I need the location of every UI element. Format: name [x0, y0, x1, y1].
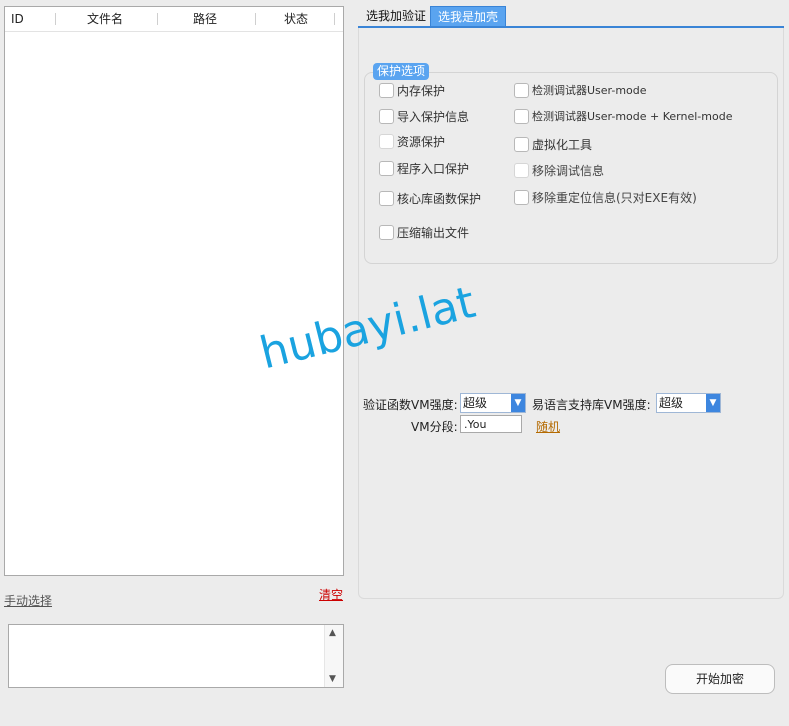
checkbox-box[interactable] [514, 82, 529, 98]
column-divider[interactable] [157, 13, 158, 25]
checkbox-corelib-protect[interactable]: 核心库函数保护 [379, 190, 481, 208]
checkbox-label: 资源保护 [397, 135, 446, 149]
verify-vm-strength-select[interactable]: 超级 ▼ [460, 393, 526, 413]
checkbox-label: 移除调试信息 [532, 164, 605, 178]
vm-segment-input[interactable]: .You [460, 415, 522, 433]
checkbox-label: 虚拟化工具 [532, 138, 593, 152]
checkbox-box[interactable] [514, 190, 529, 205]
checkbox-debugger-kernel[interactable]: 检测调试器User-mode + Kernel-mode [514, 108, 732, 126]
checkbox-virtualization[interactable]: 虚拟化工具 [514, 136, 592, 154]
vm-segment-label: VM分段: [411, 420, 458, 434]
manual-select-link[interactable]: 手动选择 [4, 592, 52, 609]
log-scrollbar[interactable]: ▲ ▼ [324, 625, 343, 687]
column-divider[interactable] [55, 13, 56, 25]
random-link[interactable]: 随机 [536, 418, 560, 435]
checkbox-label: 导入保护信息 [397, 110, 470, 124]
checkbox-memory-protect[interactable]: 内存保护 [379, 82, 445, 100]
column-id[interactable]: ID [11, 7, 24, 31]
column-divider[interactable] [334, 13, 335, 25]
checkbox-remove-reloc[interactable]: 移除重定位信息(只对EXE有效) [514, 189, 697, 207]
scroll-up-icon[interactable]: ▲ [329, 628, 336, 638]
checkbox-box[interactable] [514, 137, 529, 152]
log-textarea[interactable]: ▲ ▼ [8, 624, 344, 688]
checkbox-box[interactable] [514, 108, 529, 124]
tab-add-shell[interactable]: 选我是加壳 [430, 6, 506, 27]
start-encrypt-button[interactable]: 开始加密 [665, 664, 775, 694]
checkbox-label: 检测调试器User-mode + Kernel-mode [532, 110, 733, 123]
checkbox-resource-protect[interactable]: 资源保护 [379, 133, 445, 151]
protect-options-title: 保护选项 [373, 63, 430, 80]
lib-vm-strength-label: 易语言支持库VM强度: [532, 398, 651, 412]
column-divider[interactable] [255, 13, 256, 25]
column-filename[interactable]: 文件名 [87, 7, 123, 31]
checkbox-label: 压缩输出文件 [397, 226, 470, 240]
checkbox-debugger-user[interactable]: 检测调试器User-mode [514, 82, 647, 100]
checkbox-import-protect[interactable]: 导入保护信息 [379, 108, 469, 126]
chevron-down-icon[interactable]: ▼ [511, 394, 525, 412]
checkbox-compress-output[interactable]: 压缩输出文件 [379, 224, 469, 242]
checkbox-box[interactable] [379, 109, 394, 124]
checkbox-box[interactable] [514, 163, 529, 178]
checkbox-label: 移除重定位信息(只对EXE有效) [532, 191, 697, 205]
checkbox-label: 核心库函数保护 [397, 192, 482, 206]
checkbox-remove-debug[interactable]: 移除调试信息 [514, 162, 604, 180]
checkbox-box[interactable] [379, 83, 394, 98]
chevron-down-icon[interactable]: ▼ [706, 394, 720, 412]
checkbox-box[interactable] [379, 161, 394, 176]
select-value: 超级 [659, 396, 684, 410]
checkbox-box[interactable] [379, 191, 394, 206]
select-value: 超级 [463, 396, 488, 410]
lib-vm-strength-select[interactable]: 超级 ▼ [656, 393, 721, 413]
column-path[interactable]: 路径 [193, 7, 217, 31]
checkbox-label: 检测调试器User-mode [532, 84, 647, 97]
checkbox-box[interactable] [379, 225, 394, 240]
checkbox-label: 程序入口保护 [397, 162, 470, 176]
scroll-down-icon[interactable]: ▼ [329, 674, 336, 684]
checkbox-label: 内存保护 [397, 84, 446, 98]
clear-link[interactable]: 清空 [319, 586, 343, 603]
column-status[interactable]: 状态 [284, 7, 308, 31]
verify-vm-strength-label: 验证函数VM强度: [363, 398, 458, 412]
tab-add-verify[interactable]: 选我加验证 [360, 6, 433, 26]
checkbox-entry-protect[interactable]: 程序入口保护 [379, 160, 469, 178]
checkbox-box[interactable] [379, 134, 394, 149]
list-header: ID 文件名 路径 状态 [5, 7, 343, 32]
file-list[interactable]: ID 文件名 路径 状态 [4, 6, 344, 576]
